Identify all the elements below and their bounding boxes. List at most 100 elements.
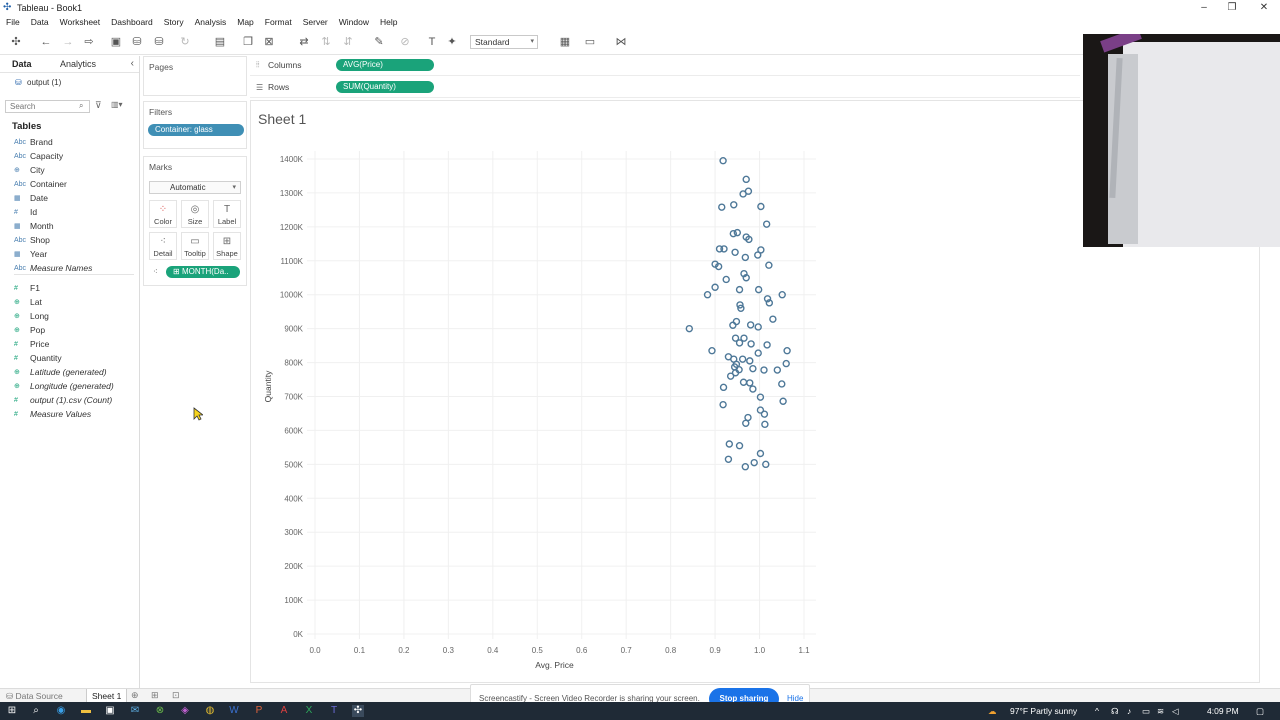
field-item[interactable]: ▦ Month xyxy=(14,220,54,232)
data-point[interactable] xyxy=(724,455,733,463)
collapse-pane-icon[interactable]: ‹ xyxy=(131,58,134,69)
data-point[interactable] xyxy=(782,359,790,368)
menu-dashboard[interactable]: Dashboard xyxy=(111,17,153,27)
windows-start-icon[interactable]: ⊞ xyxy=(6,705,18,717)
excel-icon[interactable]: X xyxy=(303,705,315,717)
powerpoint-icon[interactable]: P xyxy=(253,705,265,717)
wifi-icon[interactable]: ≋ xyxy=(1157,706,1164,717)
color-button[interactable]: ⁘ Color xyxy=(149,200,177,228)
field-item[interactable]: ⊕ City xyxy=(14,164,45,176)
acrobat-icon[interactable]: A xyxy=(278,705,290,717)
data-point[interactable] xyxy=(773,366,782,374)
battery-icon[interactable]: ▭ xyxy=(1142,706,1150,717)
data-point[interactable] xyxy=(749,364,757,373)
data-point[interactable] xyxy=(729,229,738,238)
xbox-icon[interactable]: ⊗ xyxy=(154,705,166,717)
menu-analysis[interactable]: Analysis xyxy=(195,17,227,27)
field-item[interactable]: ⊕ Lat xyxy=(14,296,42,308)
view-options-icon[interactable]: ▥▾ xyxy=(111,100,123,109)
save-icon[interactable]: ▣ xyxy=(109,35,123,49)
data-point[interactable] xyxy=(708,346,716,355)
data-point[interactable] xyxy=(742,419,750,428)
mark-type-select[interactable]: Automatic ▾ xyxy=(149,181,241,194)
data-point[interactable] xyxy=(731,248,739,257)
data-point[interactable] xyxy=(739,190,747,198)
columns-shelf[interactable]: ⦙⦙ Columns AVG(Price) xyxy=(250,56,1080,76)
redo-icon[interactable]: → xyxy=(61,35,75,49)
tableau-home-icon[interactable]: ✣ xyxy=(9,35,23,49)
clear-sheet-icon[interactable]: ⊠ xyxy=(262,35,276,49)
field-item[interactable]: Abc Measure Names xyxy=(14,262,92,274)
menu-story[interactable]: Story xyxy=(164,17,184,27)
rows-pill-sum-quantity[interactable]: SUM(Quantity) xyxy=(336,81,434,93)
new-worksheet-tab-icon[interactable]: ⊕ xyxy=(131,690,139,701)
word-icon[interactable]: W xyxy=(228,705,240,717)
field-item[interactable]: Abc Shop xyxy=(14,234,50,246)
share-icon[interactable]: ⋈ xyxy=(614,35,628,49)
tableau-taskbar-icon[interactable]: ✣ xyxy=(352,705,364,717)
field-item[interactable]: # Measure Values xyxy=(14,408,91,420)
field-item[interactable]: # F1 xyxy=(14,282,40,294)
data-point[interactable] xyxy=(735,285,744,294)
data-point[interactable] xyxy=(722,275,730,284)
menu-data[interactable]: Data xyxy=(31,17,49,27)
data-point[interactable] xyxy=(757,202,765,211)
data-point[interactable] xyxy=(769,315,777,323)
teams-icon[interactable]: T xyxy=(328,705,340,717)
replay-icon[interactable]: ⇨ xyxy=(82,35,96,49)
search-icon[interactable]: ⌕ xyxy=(30,705,42,717)
data-point[interactable] xyxy=(725,440,734,448)
data-point[interactable] xyxy=(765,261,773,269)
data-point[interactable] xyxy=(729,321,737,329)
data-point[interactable] xyxy=(739,378,748,386)
data-point[interactable] xyxy=(741,253,750,262)
new-worksheet-icon[interactable]: ▤ xyxy=(213,35,227,49)
label-button[interactable]: T Label xyxy=(213,200,241,228)
data-point[interactable] xyxy=(779,397,787,405)
presentation-mode-icon[interactable]: ▭ xyxy=(583,35,597,49)
chrome-icon[interactable]: ◍ xyxy=(204,705,216,717)
shape-button[interactable]: ⊞ Shape xyxy=(213,232,241,260)
data-point[interactable] xyxy=(738,355,747,363)
pages-card[interactable]: Pages xyxy=(143,56,247,96)
field-item[interactable]: # output (1).csv (Count) xyxy=(14,394,112,406)
mail-icon[interactable]: ✉ xyxy=(129,705,141,717)
data-point[interactable] xyxy=(754,285,763,294)
data-point[interactable] xyxy=(726,372,735,380)
tab-data-source[interactable]: ⛁ Data Source xyxy=(6,691,63,702)
search-input[interactable] xyxy=(5,100,90,113)
tab-data[interactable]: Data xyxy=(12,59,32,69)
group-members-icon[interactable]: ⊘ xyxy=(398,35,412,49)
data-point[interactable] xyxy=(746,321,755,329)
data-point[interactable] xyxy=(742,175,750,184)
field-item[interactable]: # Quantity xyxy=(14,352,62,364)
network-icon[interactable]: ☊ xyxy=(1111,706,1119,717)
datasource-item[interactable]: ⛁ output (1) xyxy=(15,78,61,87)
menu-worksheet[interactable]: Worksheet xyxy=(60,17,100,27)
store-icon[interactable]: ▣ xyxy=(104,705,116,717)
fix-axes-icon[interactable]: ✦ xyxy=(445,35,459,49)
tooltip-button[interactable]: ▭ Tooltip xyxy=(181,232,209,260)
field-item[interactable]: # Price xyxy=(14,338,49,350)
data-point[interactable] xyxy=(719,383,728,392)
duplicate-sheet-icon[interactable]: ❐ xyxy=(241,35,255,49)
filter-icon[interactable]: ⊽ xyxy=(95,100,102,111)
file-explorer-icon[interactable]: ▬ xyxy=(80,705,92,717)
menu-map[interactable]: Map xyxy=(237,17,254,27)
close-button[interactable]: ✕ xyxy=(1250,0,1278,15)
sort-ascending-icon[interactable]: ⇅ xyxy=(319,35,333,49)
field-item[interactable]: ⊕ Long xyxy=(14,310,49,322)
data-point[interactable] xyxy=(760,410,769,418)
data-point[interactable] xyxy=(735,339,744,347)
new-story-tab-icon[interactable]: ⊡ xyxy=(172,690,180,701)
field-item[interactable]: ▦ Date xyxy=(14,192,48,204)
filters-card[interactable]: Filters Container: glass xyxy=(143,101,247,149)
menu-window[interactable]: Window xyxy=(339,17,369,27)
field-item[interactable]: Abc Capacity xyxy=(14,150,63,162)
rows-shelf[interactable]: ☰ Rows SUM(Quantity) xyxy=(250,78,1080,98)
data-point[interactable] xyxy=(749,385,757,393)
show-cards-icon[interactable]: ▦ xyxy=(558,35,572,49)
show-mark-labels-icon[interactable]: T xyxy=(425,35,439,49)
minimize-button[interactable]: – xyxy=(1190,0,1218,15)
data-point[interactable] xyxy=(756,449,765,458)
